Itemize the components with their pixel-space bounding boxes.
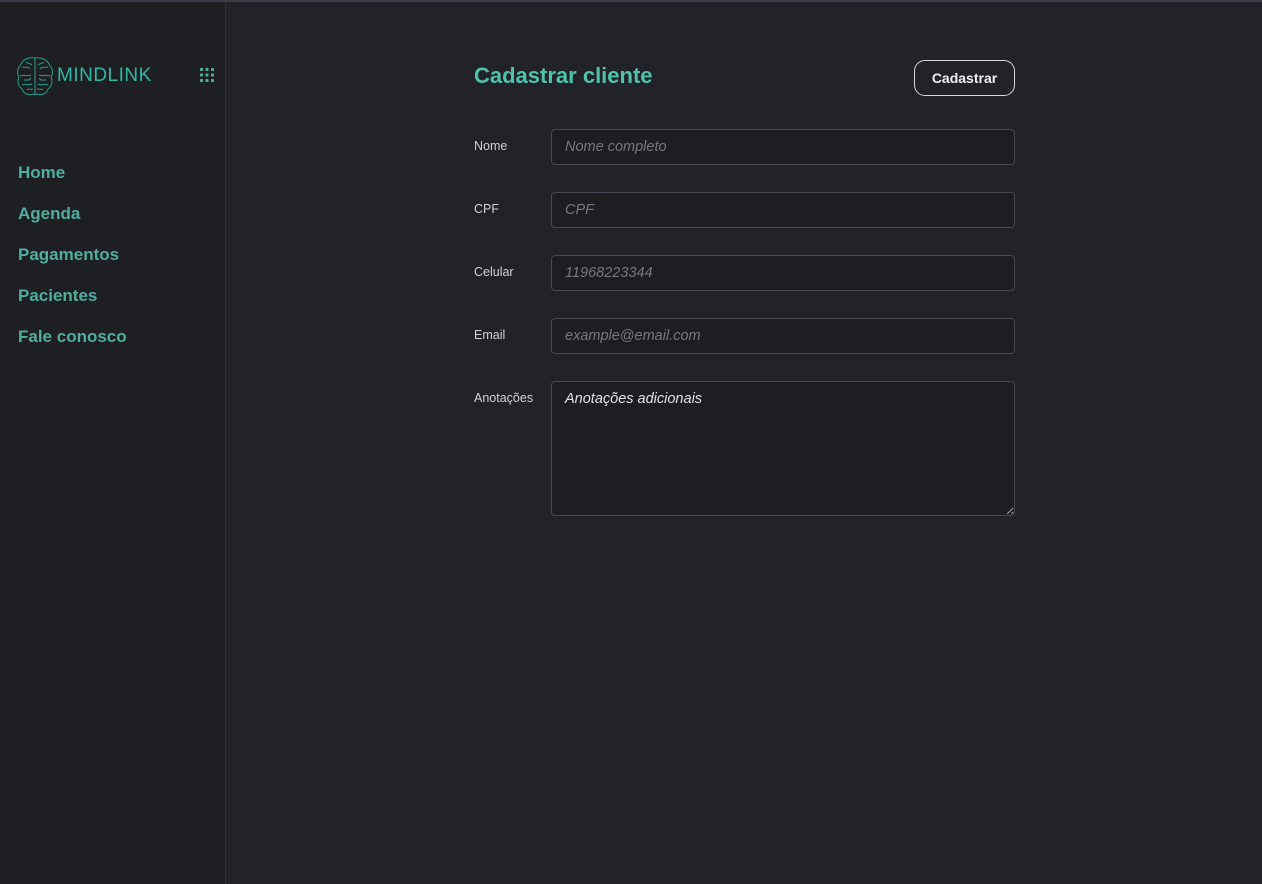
- submit-button[interactable]: Cadastrar: [914, 60, 1015, 96]
- page-title: Cadastrar cliente: [474, 63, 653, 88]
- sidebar-item-fale-conosco[interactable]: Fale conosco: [18, 324, 127, 365]
- email-label: Email: [474, 328, 506, 342]
- celular-label: Celular: [474, 265, 514, 279]
- anotacoes-textarea[interactable]: [551, 381, 1015, 516]
- sidebar-item-home[interactable]: Home: [18, 160, 127, 201]
- celular-input[interactable]: [551, 255, 1015, 291]
- sidebar-nav: Home Agenda Pagamentos Pacientes Fale co…: [18, 160, 127, 365]
- brain-icon: [17, 57, 53, 96]
- nome-label: Nome: [474, 139, 508, 153]
- brand[interactable]: MINDLINK: [16, 54, 152, 98]
- cpf-label: CPF: [474, 202, 499, 216]
- sidebar-item-pagamentos[interactable]: Pagamentos: [18, 242, 127, 283]
- brand-name: MINDLINK: [57, 65, 152, 86]
- grid-menu-icon[interactable]: [200, 68, 214, 82]
- anotacoes-label: Anotações: [474, 391, 534, 405]
- nome-input[interactable]: [551, 129, 1015, 165]
- sidebar-item-pacientes[interactable]: Pacientes: [18, 283, 127, 324]
- email-input[interactable]: [551, 318, 1015, 354]
- sidebar: MINDLINK Home Agenda Pagamentos Paciente…: [0, 2, 226, 884]
- cpf-input[interactable]: [551, 192, 1015, 228]
- sidebar-item-agenda[interactable]: Agenda: [18, 201, 127, 242]
